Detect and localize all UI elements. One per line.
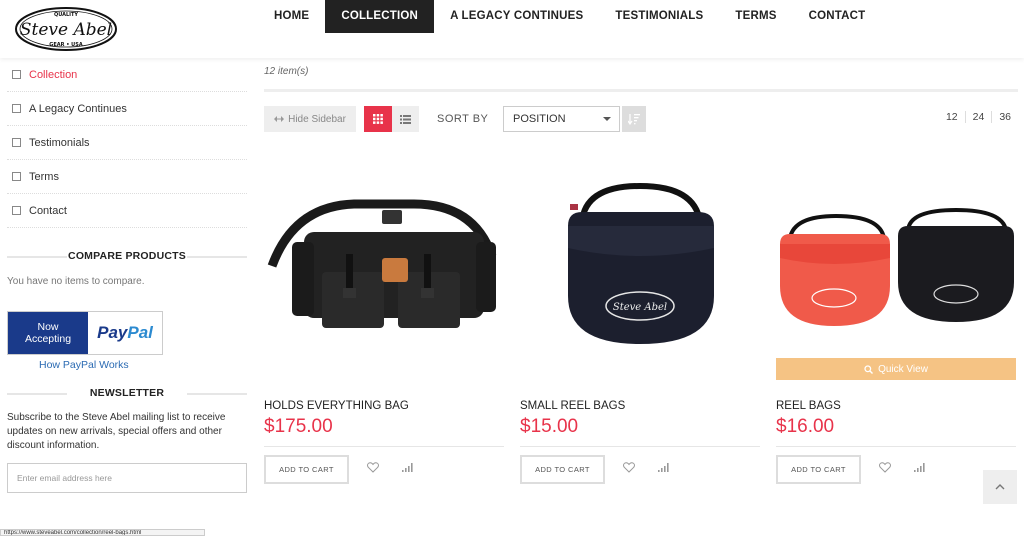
grid-icon: [373, 114, 383, 124]
product-price: $16.00: [776, 416, 835, 437]
paypal-now-accepting: Now Accepting: [8, 312, 88, 354]
steve-abel-logo[interactable]: QUALITY Steve Abel GEAR • USA: [14, 5, 118, 53]
compare-bars-icon[interactable]: [914, 463, 926, 472]
paypal-badge[interactable]: Now Accepting Pay Pal: [7, 311, 163, 355]
svg-text:QUALITY: QUALITY: [54, 12, 78, 18]
browser-status-bar: https://www.steveabel.com/collection/ree…: [0, 529, 205, 536]
divider: [264, 446, 504, 447]
sidebar: Collection A Legacy Continues Testimonia…: [7, 58, 247, 493]
product-image-holds-everything-bag[interactable]: [264, 146, 504, 382]
add-to-cart-button[interactable]: ADD TO CART: [520, 455, 605, 484]
sort-direction-button[interactable]: [622, 106, 646, 132]
grid-view-button[interactable]: [364, 106, 392, 132]
divider: [520, 446, 760, 447]
sidebar-item-label: Testimonials: [29, 136, 90, 149]
nav-home[interactable]: HOME: [258, 0, 325, 33]
per-page-36[interactable]: 36: [991, 111, 1018, 123]
sidebar-item-label: Terms: [29, 170, 59, 183]
sidebar-item-label: A Legacy Continues: [29, 102, 127, 115]
sidebar-item-contact[interactable]: Contact: [7, 194, 247, 228]
product-name[interactable]: SMALL REEL BAGS: [520, 400, 760, 412]
product-price: $15.00: [520, 416, 579, 437]
product-actions: ADD TO CART: [264, 455, 504, 489]
nav-testimonials[interactable]: TESTIMONIALS: [599, 0, 719, 33]
heart-icon[interactable]: [367, 462, 379, 473]
nav-terms[interactable]: TERMS: [719, 0, 792, 33]
compare-bars-icon[interactable]: [402, 463, 414, 472]
compare-bars-icon[interactable]: [658, 463, 670, 472]
heart-icon[interactable]: [879, 462, 891, 473]
newsletter-title: NEWSLETTER: [7, 387, 247, 399]
per-page-24[interactable]: 24: [964, 111, 992, 123]
product-grid: HOLDS EVERYTHING BAG $175.00 ADD TO CART: [264, 146, 1018, 546]
chevron-up-icon: [995, 484, 1005, 490]
hide-sidebar-label: Hide Sidebar: [288, 113, 346, 125]
back-to-top-button[interactable]: [983, 470, 1017, 504]
svg-text:Steve Abel: Steve Abel: [20, 20, 112, 40]
arrows-hide-icon: [274, 116, 285, 122]
svg-text:Steve Abel: Steve Abel: [613, 302, 667, 313]
sort-by-label: SORT BY: [437, 113, 489, 125]
hide-sidebar-button[interactable]: Hide Sidebar: [264, 106, 356, 132]
sidebar-item-a-legacy-continues[interactable]: A Legacy Continues: [7, 92, 247, 126]
per-page-selector: 12 24 36: [939, 111, 1018, 123]
product-actions: ADD TO CART: [776, 455, 1016, 489]
quick-view-button[interactable]: Quick View: [776, 358, 1016, 380]
nav-a-legacy-continues[interactable]: A LEGACY CONTINUES: [434, 0, 599, 33]
divider: [776, 446, 1016, 447]
checkbox-icon[interactable]: [12, 138, 21, 147]
product-name[interactable]: REEL BAGS: [776, 400, 1016, 412]
sidebar-item-collection[interactable]: Collection: [7, 58, 247, 92]
list-icon: [400, 114, 411, 124]
product-name[interactable]: HOLDS EVERYTHING BAG: [264, 400, 504, 412]
checkbox-icon[interactable]: [12, 172, 21, 181]
sort-select-value: POSITION: [513, 113, 566, 125]
divider: [264, 89, 1018, 92]
search-icon: [864, 364, 874, 374]
quick-view-label: Quick View: [878, 363, 928, 375]
per-page-12[interactable]: 12: [939, 111, 965, 123]
product-card: Steve Abel SMALL REEL BAGS $15.00 ADD TO…: [520, 146, 760, 489]
bag-image: [267, 199, 497, 328]
sidebar-item-terms[interactable]: Terms: [7, 160, 247, 194]
checkbox-icon[interactable]: [12, 104, 21, 113]
site-header: QUALITY Steve Abel GEAR • USA HOME COLLE…: [0, 0, 1024, 58]
add-to-cart-button[interactable]: ADD TO CART: [264, 455, 349, 484]
item-count: 12 item(s): [264, 66, 309, 77]
list-view-button[interactable]: [392, 106, 419, 132]
how-paypal-works-link[interactable]: How PayPal Works: [39, 359, 247, 371]
product-image-reel-bags[interactable]: Quick View: [776, 146, 1016, 382]
main-nav: HOME COLLECTION A LEGACY CONTINUES TESTI…: [258, 0, 881, 33]
chevron-down-icon: [603, 117, 611, 121]
sort-direction-icon: [628, 114, 640, 125]
newsletter-email-input[interactable]: Enter email address here: [7, 463, 247, 493]
checkbox-icon[interactable]: [12, 70, 21, 79]
reel-bag-image: Steve Abel: [568, 182, 714, 344]
add-to-cart-button[interactable]: ADD TO CART: [776, 455, 861, 484]
reel-bags-image: [780, 207, 1014, 326]
heart-icon[interactable]: [623, 462, 635, 473]
nav-collection[interactable]: COLLECTION: [325, 0, 435, 33]
product-card: Quick View REEL BAGS $16.00 ADD TO CART: [776, 146, 1016, 489]
nav-contact[interactable]: CONTACT: [793, 0, 882, 33]
sort-select[interactable]: POSITION: [503, 106, 620, 132]
compare-empty-text: You have no items to compare.: [7, 276, 145, 287]
product-actions: ADD TO CART: [520, 455, 760, 489]
paypal-logo: Pay Pal: [88, 312, 162, 354]
product-image-small-reel-bags[interactable]: Steve Abel: [520, 146, 760, 382]
newsletter-text: Subscribe to the Steve Abel mailing list…: [7, 412, 226, 451]
product-listing: 12 item(s) Hide Sidebar SORT BY POSITION…: [264, 58, 1018, 484]
sidebar-item-label: Collection: [29, 68, 78, 81]
compare-products-title: COMPARE PRODUCTS: [7, 250, 247, 262]
product-card: HOLDS EVERYTHING BAG $175.00 ADD TO CART: [264, 146, 504, 489]
sidebar-item-label: Contact: [29, 204, 67, 217]
listing-toolbar: Hide Sidebar SORT BY POSITION 12 24 36: [264, 106, 1018, 136]
svg-text:GEAR • USA: GEAR • USA: [49, 42, 83, 48]
sidebar-item-testimonials[interactable]: Testimonials: [7, 126, 247, 160]
email-placeholder: Enter email address here: [17, 473, 112, 483]
product-price: $175.00: [264, 416, 333, 437]
checkbox-icon[interactable]: [12, 206, 21, 215]
